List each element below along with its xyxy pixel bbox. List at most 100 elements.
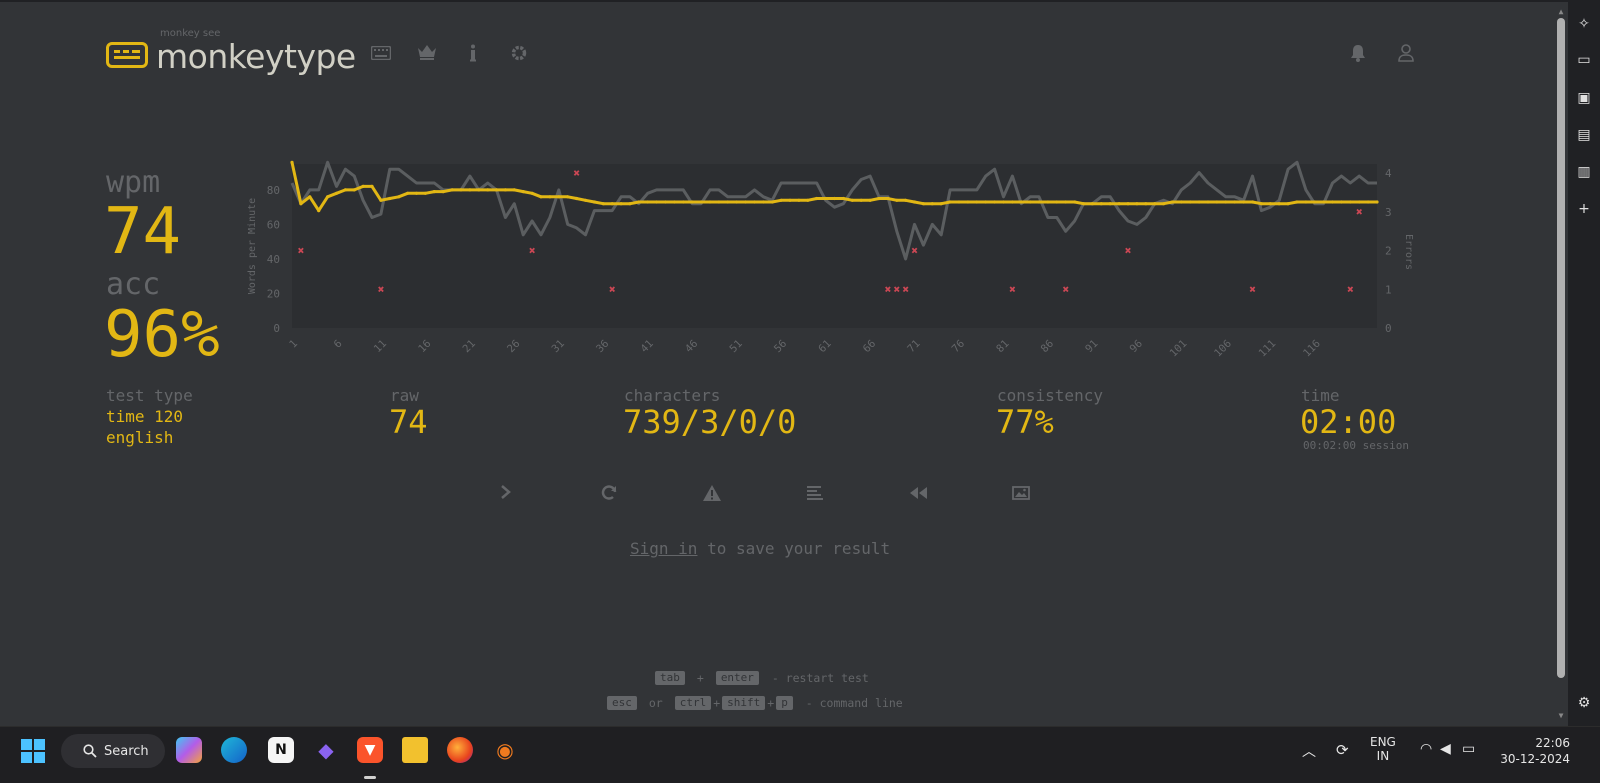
page-scrollbar[interactable]: ▲ ▼ — [1554, 6, 1568, 740]
restart-icon[interactable] — [598, 484, 620, 506]
copilot-icon[interactable] — [176, 737, 202, 763]
wpm-point — [1277, 202, 1281, 206]
wpm-point — [1090, 202, 1094, 206]
wpm-point — [681, 200, 685, 204]
keyboard-icon[interactable] — [368, 44, 394, 66]
wpm-point — [388, 196, 392, 201]
x-tick-label: 36 — [594, 338, 611, 355]
wpm-point — [406, 191, 410, 195]
language-indicator[interactable]: ENG IN — [1370, 735, 1396, 763]
sparkle-icon[interactable]: ✧ — [1576, 16, 1592, 32]
wpm-point — [1010, 200, 1015, 204]
wpm-point — [1055, 200, 1059, 204]
x-tick-label: 66 — [861, 338, 878, 355]
warning-icon[interactable] — [701, 484, 723, 506]
y-tick-label: 20 — [267, 287, 280, 300]
wpm-point — [895, 198, 899, 202]
add-icon[interactable]: + — [1576, 201, 1592, 217]
command-line-hint-text: - command line — [798, 696, 903, 710]
crown-icon[interactable] — [414, 44, 440, 66]
scroll-up-icon[interactable]: ▲ — [1557, 8, 1565, 16]
sync-icon[interactable]: ⟳ — [1336, 741, 1349, 759]
taskbar-search[interactable]: Search — [61, 734, 165, 768]
acc-value: 96% — [104, 298, 220, 372]
info-icon[interactable] — [460, 44, 486, 66]
screenshot-icon[interactable] — [1010, 484, 1032, 506]
wpm-point — [904, 198, 908, 202]
x-tick-label: 26 — [505, 338, 522, 355]
wifi-icon[interactable]: ◠ — [1420, 741, 1432, 757]
wpm-point — [744, 200, 748, 204]
next-test-icon[interactable] — [495, 484, 517, 506]
wpm-point — [539, 195, 543, 199]
reader-icon[interactable]: ▥ — [1576, 164, 1592, 180]
wpm-point — [477, 188, 481, 192]
logo[interactable]: monkey see monkeytype — [106, 28, 356, 80]
y2-tick-label: 3 — [1385, 206, 1392, 219]
wpm-point — [334, 191, 339, 195]
wpm-point — [1001, 200, 1006, 204]
top-nav — [368, 44, 532, 66]
clock[interactable]: 22:06 30-12-2024 — [1498, 735, 1570, 767]
wpm-point — [1081, 202, 1086, 206]
obsidian-icon[interactable]: ◆ — [313, 737, 339, 763]
y-tick-label: 60 — [267, 218, 280, 231]
firefox-icon[interactable] — [447, 737, 473, 763]
gear-icon[interactable] — [506, 44, 532, 66]
volume-icon[interactable]: ◀ — [1440, 741, 1451, 757]
wpm-point — [1162, 202, 1166, 206]
replay-icon[interactable] — [907, 484, 929, 506]
scrollbar-thumb[interactable] — [1557, 18, 1565, 678]
wpm-point — [397, 195, 401, 199]
x-tick-label: 46 — [683, 338, 700, 355]
tab-key: tab — [655, 671, 685, 685]
words-history-icon[interactable] — [804, 484, 826, 506]
video-icon[interactable]: ▭ — [1576, 52, 1592, 68]
wpm-point — [1144, 202, 1148, 206]
wpm-point — [788, 198, 792, 202]
browser-sidebar: ✧ ▭ ▣ ▤ ▥ + ⚙ — [1568, 0, 1600, 740]
plus-sign: + — [696, 671, 704, 685]
wpm-point — [841, 196, 846, 201]
wallet-icon[interactable]: ▣ — [1576, 90, 1592, 106]
bookmark-icon[interactable]: ▤ — [1576, 127, 1592, 143]
wpm-point — [548, 195, 552, 199]
wpm-point — [308, 195, 312, 199]
x-tick-label: 91 — [1083, 338, 1100, 355]
wpm-point — [806, 198, 810, 202]
wpm-point — [592, 200, 596, 204]
acc-label: acc — [106, 267, 161, 302]
wpm-point — [521, 190, 525, 194]
esc-key: esc — [607, 696, 637, 710]
wpm-point — [886, 196, 890, 201]
chevron-up-icon[interactable]: ︿ — [1302, 741, 1316, 761]
wpm-point — [317, 209, 321, 213]
notion-icon[interactable]: N — [268, 737, 294, 763]
wpm-point — [646, 200, 650, 204]
wpm-point — [566, 195, 570, 199]
search-label: Search — [104, 743, 149, 759]
x-tick-label: 71 — [905, 338, 922, 355]
wpm-point — [1250, 200, 1255, 204]
scroll-down-icon[interactable]: ▼ — [1557, 712, 1565, 720]
signin-link[interactable]: Sign in — [630, 539, 697, 558]
wpm-point — [486, 188, 490, 192]
consistency-value: 77% — [996, 403, 1054, 441]
settings-icon[interactable]: ⚙ — [1576, 695, 1592, 711]
bell-icon[interactable] — [1345, 44, 1371, 66]
edge-icon[interactable] — [221, 737, 247, 763]
battery-icon[interactable]: ▭ — [1462, 741, 1475, 757]
wpm-point — [370, 184, 374, 188]
wpm-point — [1357, 200, 1361, 204]
region-code: IN — [1376, 749, 1390, 763]
windows-start-icon[interactable] — [21, 739, 45, 763]
wpm-point — [1019, 200, 1023, 204]
brave-icon[interactable]: ▼ — [357, 737, 383, 763]
wpm-point — [423, 191, 427, 195]
user-icon[interactable] — [1393, 44, 1419, 66]
or-text: or — [648, 696, 663, 710]
blender-icon[interactable]: ◉ — [492, 737, 518, 763]
file-explorer-icon[interactable] — [402, 737, 428, 763]
wpm-point — [1215, 200, 1219, 204]
wpm-point — [655, 200, 659, 204]
